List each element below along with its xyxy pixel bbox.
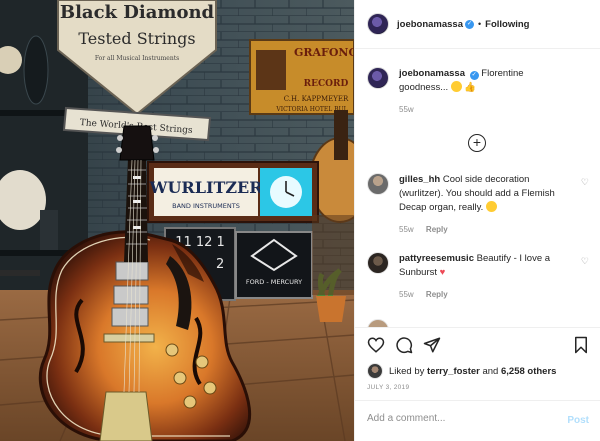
likes-summary[interactable]: Liked by terry_foster and 6,258 others bbox=[367, 363, 556, 379]
avatar[interactable] bbox=[367, 252, 389, 274]
comment-meta: 55w Reply bbox=[399, 223, 571, 237]
header-text: joebonamassa ✓ • Following bbox=[397, 19, 529, 30]
add-comment-bar: Post bbox=[355, 400, 600, 441]
likes-and: and bbox=[482, 365, 499, 377]
comment-body: pattyreesemusic Beautify - I love a Sunb… bbox=[399, 252, 571, 302]
like-comment-heart-icon[interactable]: ♡ bbox=[581, 177, 589, 188]
avatar[interactable] bbox=[367, 173, 389, 195]
thumbs-up-emoji-icon: 👍 bbox=[464, 82, 477, 93]
post-header: joebonamassa ✓ • Following bbox=[355, 0, 600, 49]
caption: joebonamassa ✓ Florentine goodness... 👍 … bbox=[367, 67, 589, 117]
wurlitzer-sub: BAND INSTRUMENTS bbox=[172, 202, 240, 210]
reply-button[interactable]: Reply bbox=[426, 225, 448, 234]
comment-time[interactable]: 55w bbox=[399, 225, 414, 234]
sunglasses-emoji-icon bbox=[450, 81, 462, 92]
add-comment-input[interactable] bbox=[367, 413, 547, 424]
grafonola-line2: RECORD bbox=[304, 79, 349, 89]
post-date[interactable]: JULY 3, 2019 bbox=[367, 384, 409, 391]
post-photo[interactable]: Black Diamond Tested Strings For all Mus… bbox=[0, 0, 354, 441]
list-item: pattyreesemusic Beautify - I love a Sunb… bbox=[367, 252, 589, 302]
comment-meta: 55w Reply bbox=[399, 288, 571, 302]
share-paper-plane-icon[interactable] bbox=[423, 336, 441, 354]
comment-time[interactable]: 55w bbox=[399, 290, 414, 299]
likes-user[interactable]: terry_foster bbox=[427, 366, 480, 377]
post-panel: joebonamassa ✓ • Following joebonamassa … bbox=[354, 0, 600, 441]
comment-username[interactable]: gilles_hh bbox=[399, 174, 440, 185]
likes-prefix: Liked by bbox=[389, 365, 425, 377]
red-heart-emoji-icon: ♥ bbox=[439, 267, 446, 278]
grafonola-line1: GRAFONO bbox=[294, 46, 354, 59]
post-photo-scene: Black Diamond Tested Strings For all Mus… bbox=[0, 0, 354, 441]
save-bookmark-icon[interactable] bbox=[573, 336, 589, 354]
wurlitzer-name: WURLITZER bbox=[148, 178, 263, 197]
verified-badge-icon: ✓ bbox=[465, 19, 474, 29]
header-separator: • bbox=[478, 19, 482, 29]
caption-meta: 55w bbox=[399, 103, 571, 117]
following-button[interactable]: Following bbox=[485, 19, 529, 30]
action-icons bbox=[367, 336, 451, 354]
caption-time[interactable]: 55w bbox=[399, 105, 414, 114]
reply-button[interactable]: Reply bbox=[426, 290, 448, 299]
header-username[interactable]: joebonamassa bbox=[397, 19, 463, 30]
comments-list[interactable]: joebonamassa ✓ Florentine goodness... 👍 … bbox=[355, 49, 600, 327]
list-item bbox=[367, 319, 589, 327]
ford-line1: FORD - MERCURY bbox=[246, 278, 302, 286]
black-diamond-line1: Black Diamond bbox=[60, 2, 215, 23]
comment-bubble-icon[interactable] bbox=[395, 336, 413, 354]
black-diamond-tagline: For all Musical Instruments bbox=[95, 55, 179, 62]
avatar[interactable] bbox=[367, 13, 389, 35]
caption-body: joebonamassa ✓ Florentine goodness... 👍 … bbox=[399, 67, 571, 117]
like-heart-icon[interactable] bbox=[367, 336, 385, 354]
black-diamond-line2: Tested Strings bbox=[78, 29, 195, 48]
avatar[interactable] bbox=[367, 319, 389, 327]
liker-avatar bbox=[367, 363, 383, 379]
grafonola-line3: C.H. KAPPMEYER bbox=[284, 95, 349, 103]
svg-text:2: 2 bbox=[216, 257, 224, 272]
like-comment-heart-icon[interactable]: ♡ bbox=[581, 256, 589, 267]
list-item: gilles_hh Cool side decoration (wurlitze… bbox=[367, 173, 589, 237]
post-actions: Liked by terry_foster and 6,258 others J… bbox=[355, 327, 600, 400]
post-comment-button[interactable]: Post bbox=[567, 415, 589, 426]
verified-badge-icon: ✓ bbox=[469, 71, 479, 80]
smile-emoji-icon bbox=[485, 201, 497, 212]
likes-count[interactable]: 6,258 others bbox=[501, 366, 556, 377]
caption-username[interactable]: joebonamassa bbox=[399, 68, 465, 79]
caption-avatar[interactable] bbox=[367, 67, 389, 89]
comment-body: gilles_hh Cool side decoration (wurlitze… bbox=[399, 173, 571, 237]
load-more-comments-icon[interactable]: + bbox=[468, 134, 486, 152]
comment-username[interactable]: pattyreesemusic bbox=[399, 253, 474, 264]
